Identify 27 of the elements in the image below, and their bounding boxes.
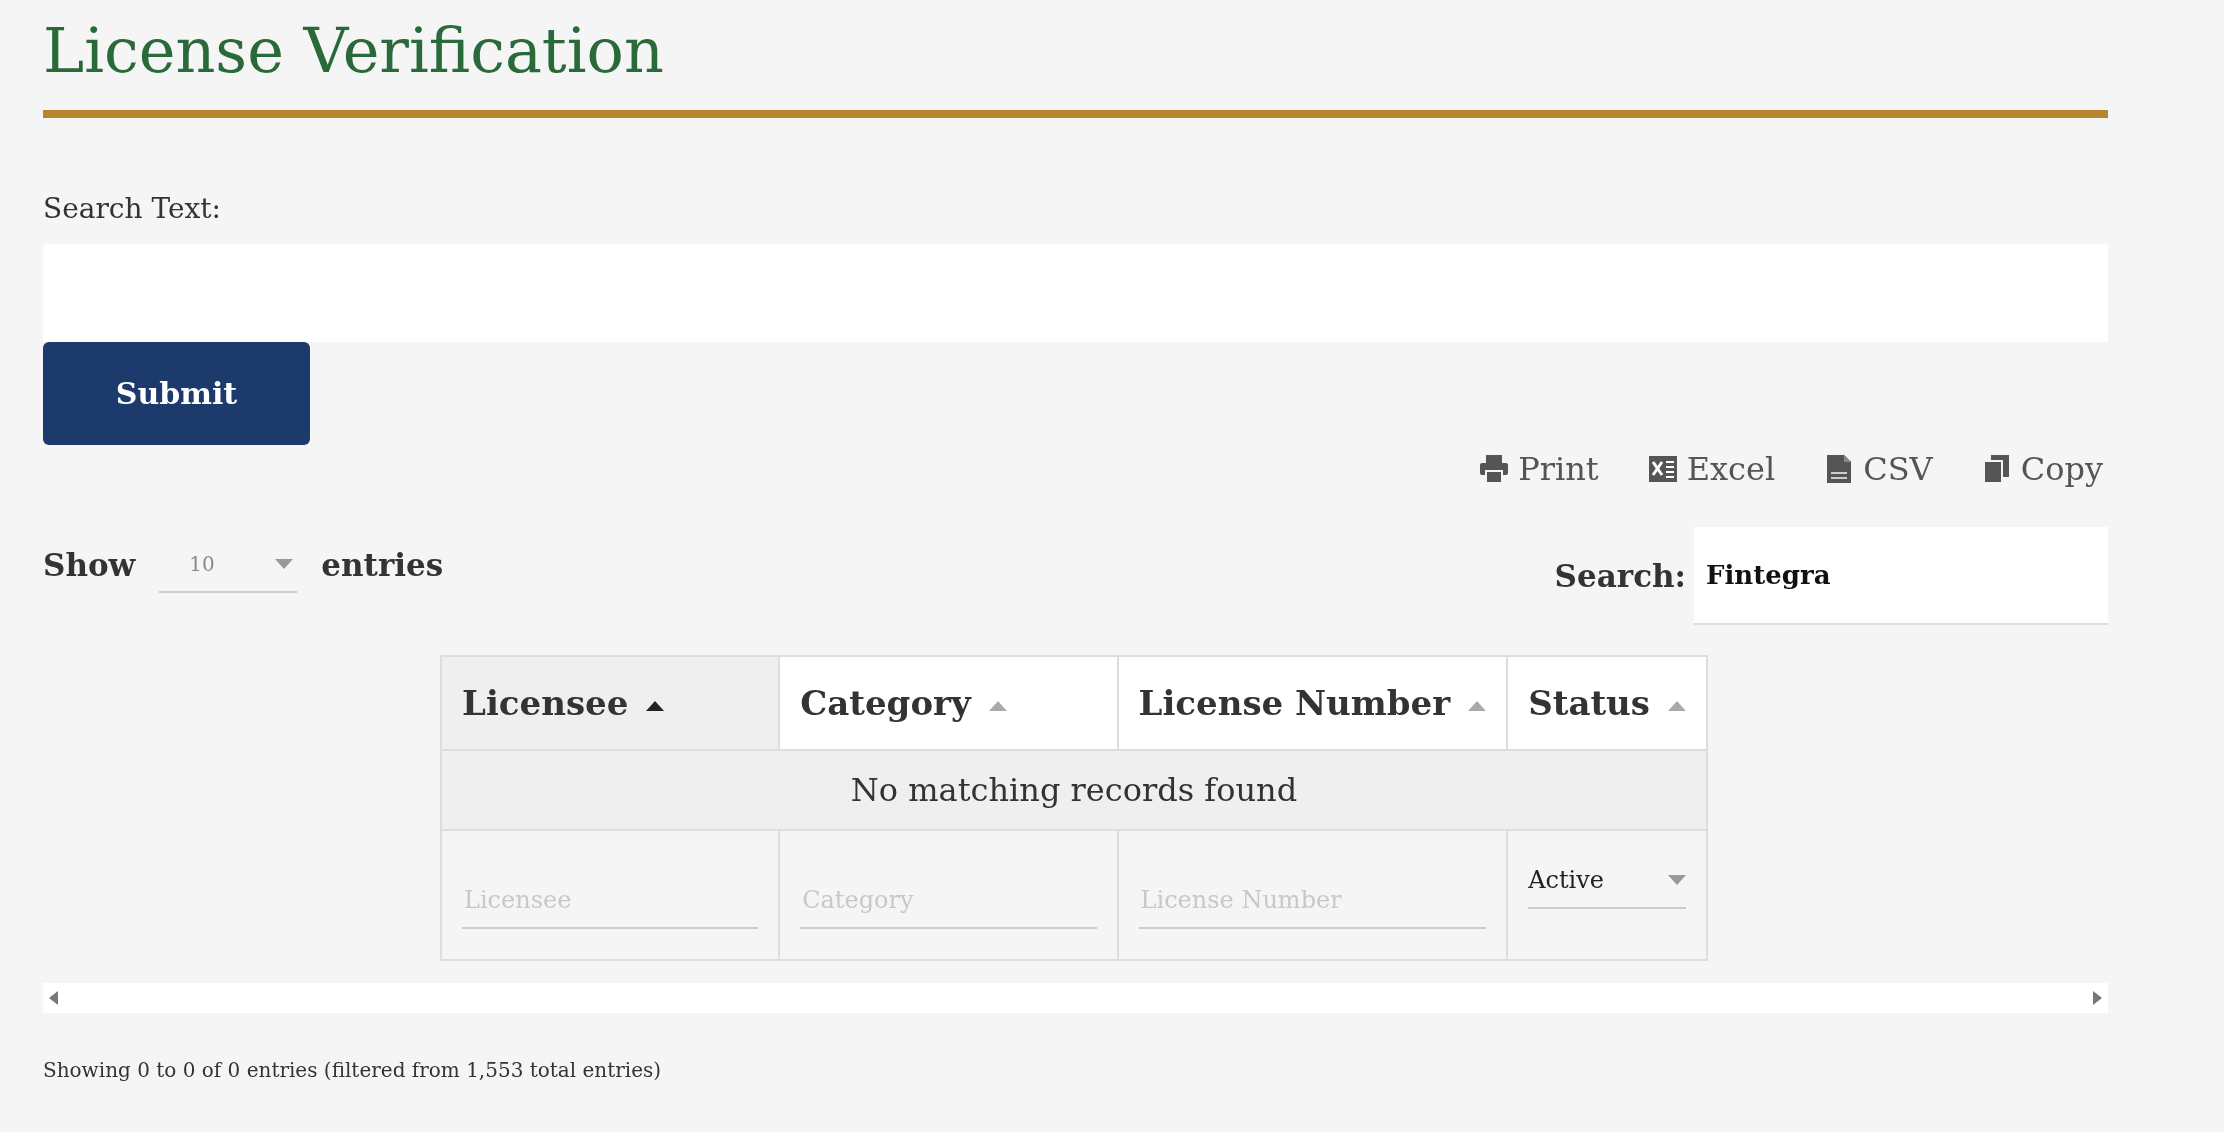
column-header[interactable]: Status [1507,656,1707,751]
csv-button[interactable]: CSV [1823,445,1933,494]
status-filter-select[interactable]: Active [1528,853,1686,910]
sort-arrow-icon [646,700,665,711]
scroll-left-icon[interactable] [49,991,58,1006]
field-label: Search Text: [43,191,222,228]
scroll-right-icon[interactable] [2093,991,2102,1006]
print-button[interactable]: Print [1478,445,1599,494]
table-info-text: Showing 0 to 0 of 0 entries (filtered from 1,553 total entries) [43,1057,663,1085]
empty-message: No matching records found [441,750,1707,831]
sort-arrow-icon [988,700,1007,711]
sort-arrow-icon [1668,700,1686,711]
column-header[interactable]: Category [779,656,1118,751]
caret-icon [1668,875,1686,886]
table-search-field[interactable]: Fintegra [1694,527,2108,626]
filter-cell[interactable]: Active [1507,830,1707,961]
search-label: Search: [1554,557,1686,597]
entries-label: entries [321,546,444,586]
show-label: Show [43,546,136,586]
page-title: License Verification [43,13,665,89]
sort-arrow-icon [1468,700,1487,711]
excel-button[interactable]: Excel [1646,445,1776,494]
caret-icon [275,559,294,570]
copy-button[interactable]: Copy [1980,445,2103,494]
column-header[interactable]: License Number [1117,656,1508,751]
column-header[interactable]: Licensee [441,656,780,751]
submit-button[interactable]: Submit [43,342,310,446]
